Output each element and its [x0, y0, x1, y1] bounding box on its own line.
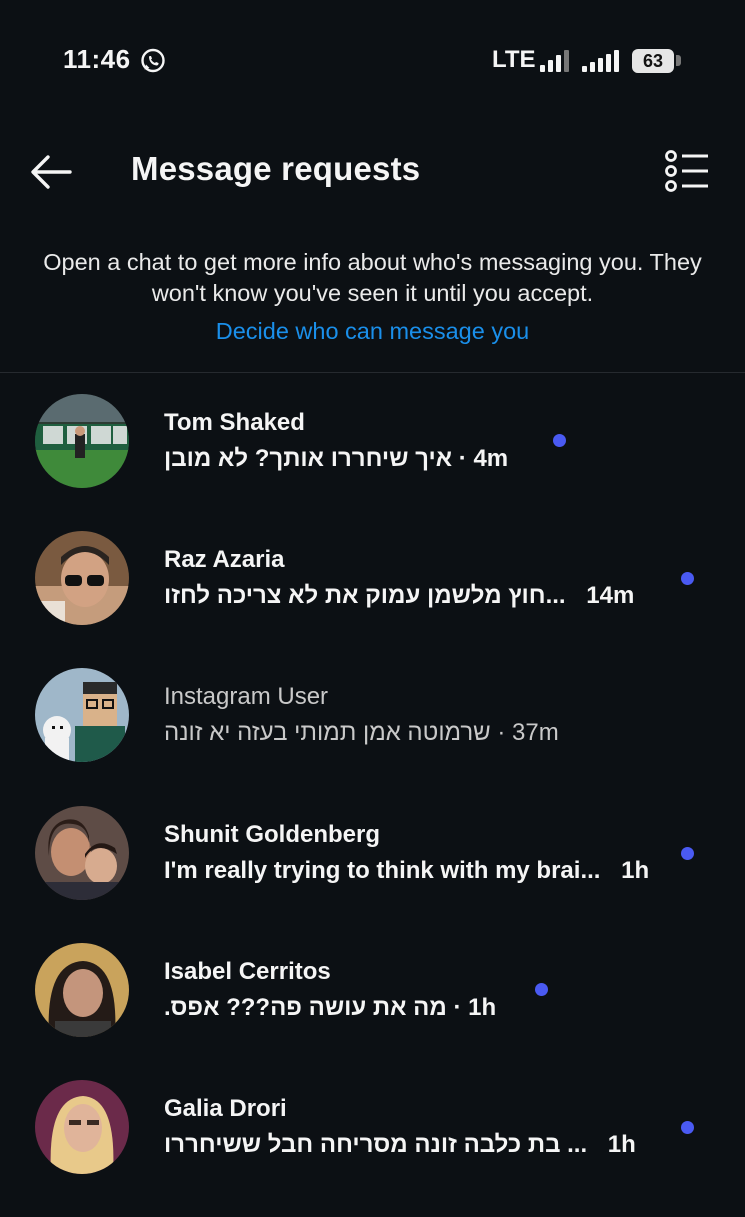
decide-who-can-message-link[interactable]: Decide who can message you — [0, 318, 745, 345]
avatar — [35, 394, 129, 488]
message-time: · 4m — [458, 445, 509, 472]
message-preview: ...חוץ מלשמן עמוק את לא צריכה לחזו 14m — [164, 582, 634, 610]
signal-icon — [582, 50, 619, 72]
request-row-tom-shaked[interactable]: Tom Shaked איך שיחררו אותך? לא מובן · 4m — [0, 394, 745, 531]
message-time: · 1h — [453, 994, 497, 1021]
message-preview: שרמוטה אמן תמותי בעזה יא זונה · 37m — [164, 719, 559, 747]
sender-name: Raz Azaria — [164, 546, 285, 573]
avatar — [35, 1080, 129, 1174]
message-preview: מה את עושה פה??? אפס. · 1h — [164, 994, 496, 1022]
battery-level: 63 — [642, 51, 664, 71]
sender-name: Tom Shaked — [164, 409, 305, 436]
battery-tip — [676, 55, 681, 66]
unread-dot — [681, 847, 694, 860]
message-preview: איך שיחררו אותך? לא מובן · 4m — [164, 445, 508, 473]
list-filter-icon[interactable] — [664, 150, 710, 192]
whatsapp-icon — [141, 48, 165, 73]
network-type: LTE — [492, 46, 536, 73]
message-time: 1h — [607, 1131, 636, 1158]
page-title: Message requests — [131, 150, 421, 187]
message-time: 14m — [586, 582, 635, 609]
sender-name: Shunit Goldenberg — [164, 821, 380, 848]
request-row-galia-drori[interactable]: Galia Drori ... בת כלבה זונה מסריחה חבל … — [0, 1080, 745, 1217]
message-text: מה את עושה פה??? אפס. — [164, 994, 447, 1021]
message-text: ... בת כלבה זונה מסריחה חבל ששיחררו — [164, 1131, 588, 1158]
sender-name: Galia Drori — [164, 1095, 287, 1122]
message-time: 1h — [621, 857, 650, 884]
message-text: I'm really trying to think with my brai.… — [164, 857, 601, 884]
message-text: ...חוץ מלשמן עמוק את לא צריכה לחזו — [164, 582, 566, 609]
avatar — [35, 668, 129, 762]
message-preview: ... בת כלבה זונה מסריחה חבל ששיחררו 1h — [164, 1131, 636, 1159]
unread-dot — [535, 983, 548, 996]
divider — [0, 372, 745, 373]
status-bar: 11:46 LTE 63 — [0, 0, 745, 120]
message-time: · 37m — [497, 719, 559, 746]
unread-dot — [681, 1121, 694, 1134]
request-row-isabel-cerritos[interactable]: Isabel Cerritos מה את עושה פה??? אפס. · … — [0, 943, 745, 1080]
sender-name: Instagram User — [164, 683, 329, 710]
avatar — [35, 531, 129, 625]
signal-icon — [540, 50, 569, 72]
info-text: Open a chat to get more info about who's… — [43, 249, 702, 306]
message-text: שרמוטה אמן תמותי בעזה יא זונה — [164, 719, 491, 746]
request-row-instagram-user[interactable]: Instagram User שרמוטה אמן תמותי בעזה יא … — [0, 668, 745, 805]
message-text: איך שיחררו אותך? לא מובן — [164, 445, 453, 472]
message-preview: I'm really trying to think with my brai.… — [164, 857, 649, 885]
request-row-raz-azaria[interactable]: Raz Azaria ...חוץ מלשמן עמוק את לא צריכה… — [0, 531, 745, 668]
request-row-shunit-goldenberg[interactable]: Shunit Goldenberg I'm really trying to t… — [0, 806, 745, 943]
status-time: 11:46 — [63, 44, 131, 74]
unread-dot — [681, 572, 694, 585]
sender-name: Isabel Cerritos — [164, 958, 331, 985]
unread-dot — [553, 434, 566, 447]
back-arrow-icon[interactable] — [28, 152, 74, 192]
avatar — [35, 943, 129, 1037]
avatar — [35, 806, 129, 900]
